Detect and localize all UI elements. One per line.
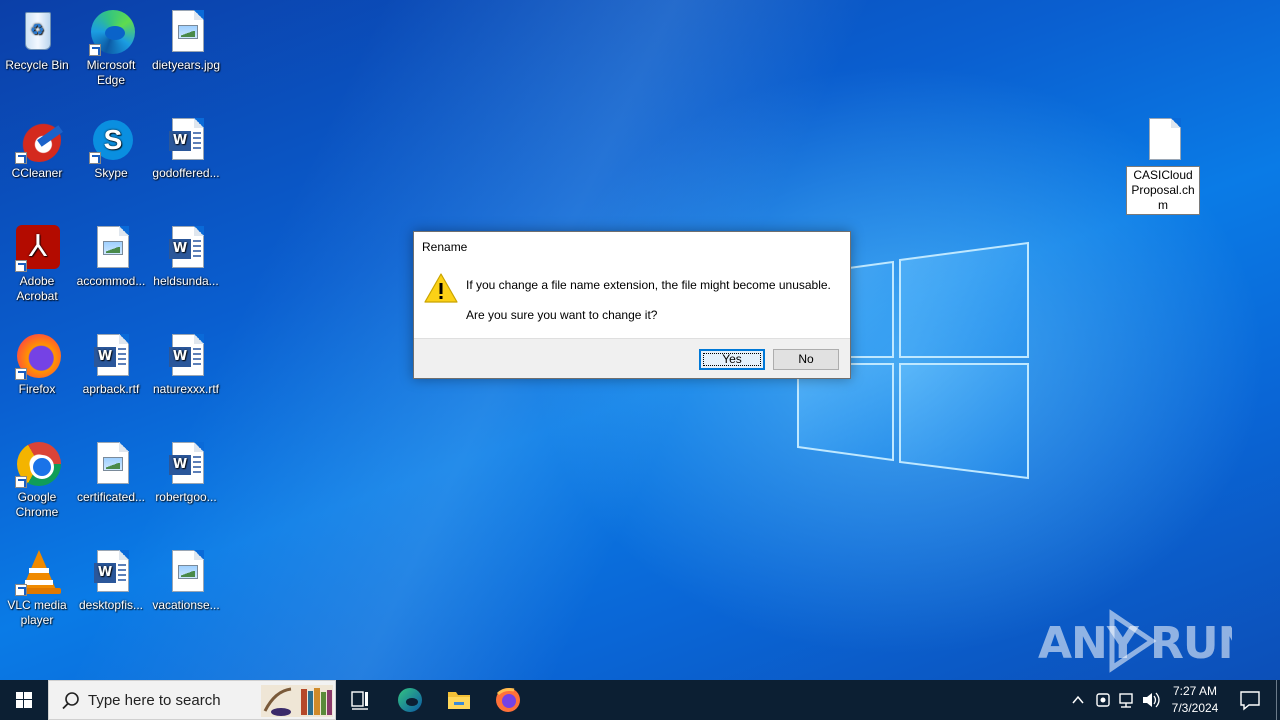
shortcut-arrow-icon (89, 44, 101, 56)
start-button[interactable] (0, 680, 48, 720)
show-hidden-icons-button[interactable] (1066, 680, 1090, 720)
firefox-icon (496, 688, 520, 712)
dialog-question: Are you sure you want to change it? (466, 308, 658, 322)
desktop-icon-label: dietyears.jpg (151, 58, 221, 72)
desktop-icon-recycle-bin[interactable]: Recycle Bin (0, 8, 75, 73)
desktop-icon-certificated[interactable]: certificated... (73, 440, 149, 505)
desktop-icon-desktopfis[interactable]: W desktopfis... (73, 548, 149, 613)
desktop-icon-label: Microsoft Edge (86, 58, 136, 87)
desktop-icon-label: robertgoo... (155, 490, 217, 504)
dialog-title: Rename (422, 240, 468, 254)
desktop-icon-robertgoo[interactable]: W robertgoo... (148, 440, 224, 505)
tray-app-icon (1096, 693, 1110, 707)
warning-icon (424, 273, 458, 303)
shortcut-arrow-icon (15, 368, 27, 380)
tray-volume[interactable] (1139, 680, 1163, 720)
desktop-icon-accommod[interactable]: accommod... (73, 224, 149, 289)
desktop-icon-label: accommod... (76, 274, 146, 288)
desktop-icon-label: Firefox (18, 382, 56, 396)
image-file-icon (97, 226, 129, 268)
svg-text:RUN: RUN (1150, 618, 1232, 669)
word-document-icon: W (169, 226, 204, 268)
word-document-icon: W (169, 118, 204, 160)
desktop-icon-label: certificated... (76, 490, 146, 504)
desktop-icon-aprback[interactable]: W aprback.rtf (73, 332, 149, 397)
notification-icon (1240, 691, 1260, 711)
network-icon (1119, 693, 1133, 708)
desktop-icon-naturexxx[interactable]: W naturexxx.rtf (148, 332, 224, 397)
shortcut-arrow-icon (15, 584, 27, 596)
dialog-message: If you change a file name extension, the… (466, 278, 831, 292)
no-button[interactable]: No (773, 349, 839, 370)
image-file-icon (97, 442, 129, 484)
clock-time: 7:27 AM (1172, 684, 1218, 698)
image-file-icon (172, 10, 204, 52)
taskbar-file-explorer-button[interactable] (435, 680, 483, 720)
rename-textbox[interactable]: CASICloud Proposal.chm (1126, 166, 1200, 215)
task-view-icon (351, 691, 368, 710)
desktop-icon-heldsunda[interactable]: W heldsunda... (148, 224, 224, 289)
word-document-icon: W (94, 334, 129, 376)
desktop-icon-label: vacationse... (152, 598, 220, 612)
task-view-button[interactable] (336, 680, 384, 720)
edge-icon (398, 688, 422, 712)
desktop-icon-casicloud[interactable]: CASICloud Proposal.chm (1126, 116, 1200, 215)
desktop-icon-dietyears[interactable]: dietyears.jpg (148, 8, 224, 73)
search-box[interactable]: Type here to search (48, 680, 336, 720)
shortcut-arrow-icon (15, 476, 27, 488)
desktop-icon-label: Google Chrome (15, 490, 59, 519)
speaker-icon (1143, 692, 1160, 708)
chevron-up-icon (1072, 695, 1084, 704)
shortcut-arrow-icon (89, 152, 101, 164)
desktop-icon-label: Adobe Acrobat (16, 274, 58, 303)
tray-meet-now[interactable] (1092, 680, 1114, 720)
desktop-icon-label: VLC media player (7, 598, 67, 627)
desktop-icon-label: desktopfis... (78, 598, 144, 612)
taskbar-edge-button[interactable] (386, 680, 434, 720)
taskbar-firefox-button[interactable] (484, 680, 532, 720)
word-document-icon: W (169, 442, 204, 484)
dialog-footer: Yes No (414, 338, 850, 378)
desktop-icon-label: CCleaner (11, 166, 63, 180)
desktop-icon-skype[interactable]: S Skype (73, 116, 149, 181)
yes-button[interactable]: Yes (699, 349, 765, 370)
show-desktop-button[interactable] (1276, 680, 1280, 720)
recycle-bin-icon (25, 12, 51, 50)
search-highlight-art-icon (261, 685, 333, 717)
desktop-icon-ccleaner[interactable]: CCleaner (0, 116, 75, 181)
shortcut-arrow-icon (15, 152, 27, 164)
desktop-icon-label: godoffered... (152, 166, 220, 180)
taskbar-clock[interactable]: 7:27 AM 7/3/2024 (1162, 683, 1228, 717)
anyrun-watermark: ANY RUN (1038, 606, 1254, 676)
taskbar: Type here to search 7:27 AM 7/3/2024 (0, 680, 1280, 720)
rename-dialog: Rename If you change a file name extensi… (413, 231, 851, 379)
desktop-icon-vacationse[interactable]: vacationse... (148, 548, 224, 613)
search-icon (62, 692, 79, 710)
desktop-icon-firefox[interactable]: Firefox (0, 332, 75, 397)
desktop-icon-label: heldsunda... (153, 274, 219, 288)
desktop-icon-godoffered[interactable]: W godoffered... (148, 116, 224, 181)
desktop-icon-label: Recycle Bin (5, 58, 69, 72)
search-placeholder: Type here to search (88, 692, 221, 709)
word-document-icon: W (94, 550, 129, 592)
windows-start-icon (16, 692, 32, 708)
desktop-icon-adobe-acrobat[interactable]: ⅄ Adobe Acrobat (0, 224, 75, 304)
image-file-icon (172, 550, 204, 592)
shortcut-arrow-icon (15, 260, 27, 272)
anyrun-logo-icon: ANY RUN (1038, 609, 1254, 673)
no-button-label: No (798, 352, 814, 366)
word-document-icon: W (169, 334, 204, 376)
desktop-icon-google-chrome[interactable]: Google Chrome (0, 440, 75, 520)
desktop-icon-label: Skype (94, 166, 128, 180)
blank-file-icon (1149, 118, 1181, 160)
tray-network[interactable] (1115, 680, 1139, 720)
desktop-icon-vlc[interactable]: VLC media player (0, 548, 75, 628)
action-center-button[interactable] (1230, 680, 1270, 720)
file-explorer-icon (448, 692, 470, 709)
desktop-icon-microsoft-edge[interactable]: Microsoft Edge (73, 8, 149, 88)
clock-date: 7/3/2024 (1171, 701, 1219, 715)
desktop-icon-label: naturexxx.rtf (152, 382, 220, 396)
desktop-icon-label: aprback.rtf (82, 382, 140, 396)
